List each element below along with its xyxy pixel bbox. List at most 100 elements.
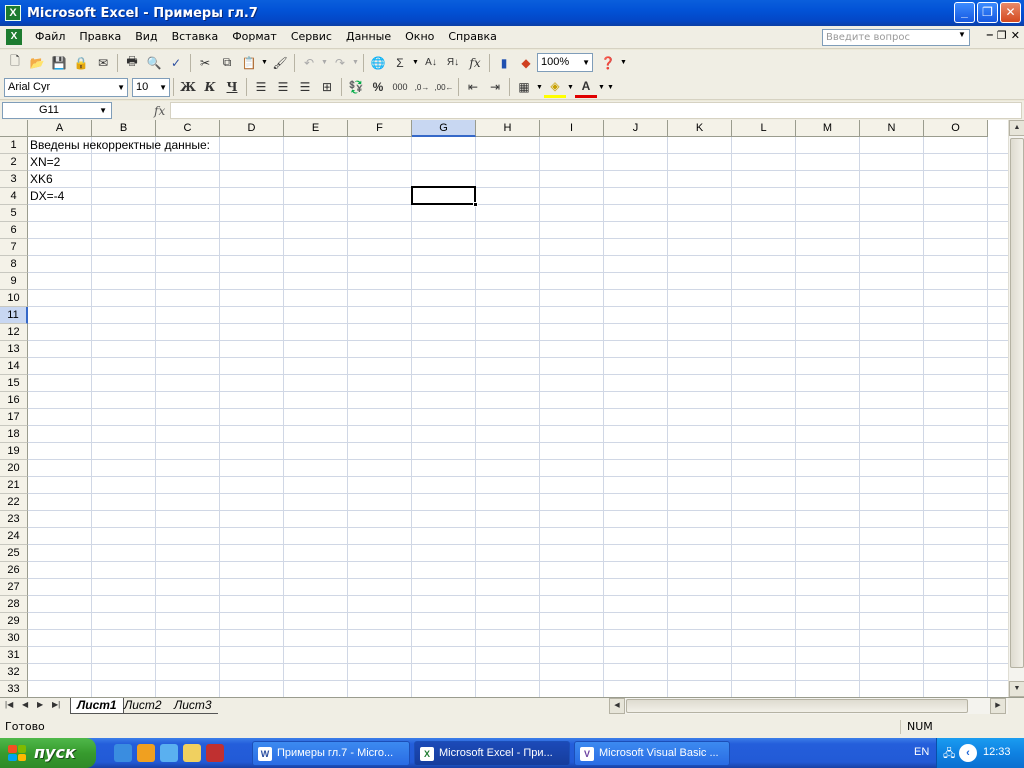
chart-wizard-icon[interactable]: ▮ — [493, 52, 515, 74]
column-header-a[interactable]: A — [28, 120, 92, 137]
column-header-g[interactable]: G — [412, 120, 476, 137]
task-excel[interactable]: X Microsoft Excel - При... — [414, 741, 570, 766]
underline-button[interactable]: Ч — [221, 76, 243, 98]
chevron-down-icon[interactable]: ▼ — [99, 103, 107, 118]
menu-insert[interactable]: Вставка — [165, 27, 226, 47]
row-header[interactable]: 22 — [0, 494, 28, 511]
column-header-i[interactable]: I — [540, 120, 604, 137]
chevron-left-icon[interactable]: ‹ — [959, 744, 977, 762]
scroll-down-icon[interactable]: ▼ — [1009, 681, 1024, 697]
menu-format[interactable]: Формат — [225, 27, 284, 47]
row-header[interactable]: 30 — [0, 630, 28, 647]
task-vba[interactable]: V Microsoft Visual Basic ... — [574, 741, 730, 766]
column-header-h[interactable]: H — [476, 120, 540, 137]
help-icon[interactable]: ❓ — [597, 52, 619, 74]
browser-icon[interactable] — [160, 744, 178, 762]
row-header[interactable]: 18 — [0, 426, 28, 443]
percent-icon[interactable]: % — [367, 76, 389, 98]
scroll-right-icon[interactable]: ▶ — [990, 698, 1006, 714]
doc-restore-button[interactable]: ❐ — [997, 29, 1007, 42]
name-box[interactable]: G11 ▼ — [2, 102, 112, 119]
row-header[interactable]: 33 — [0, 681, 28, 697]
menu-help[interactable]: Справка — [441, 27, 503, 47]
undo-icon[interactable]: ↶ — [298, 52, 320, 74]
chevron-down-icon[interactable]: ▼ — [260, 59, 269, 66]
column-header-m[interactable]: M — [796, 120, 860, 137]
next-sheet-icon[interactable]: ▶ — [37, 700, 43, 709]
decrease-indent-icon[interactable]: ⇤ — [462, 76, 484, 98]
row-header[interactable]: 2 — [0, 154, 28, 171]
chevron-down-icon[interactable]: ▼ — [411, 59, 420, 66]
redo-icon[interactable]: ↷ — [329, 52, 351, 74]
row-header[interactable]: 15 — [0, 375, 28, 392]
email-icon[interactable]: ✉ — [92, 52, 114, 74]
row-header[interactable]: 31 — [0, 647, 28, 664]
formula-input[interactable] — [170, 102, 1022, 119]
task-word[interactable]: W Примеры гл.7 - Micro... — [252, 741, 410, 766]
ask-question-input[interactable]: Введите вопрос — [822, 29, 970, 46]
toolbar-options-icon[interactable]: ▼ — [606, 84, 615, 91]
row-header[interactable]: 4 — [0, 188, 28, 205]
hyperlink-icon[interactable]: 🌐 — [367, 52, 389, 74]
row-header[interactable]: 24 — [0, 528, 28, 545]
column-header-j[interactable]: J — [604, 120, 668, 137]
active-cell-cursor[interactable] — [411, 186, 478, 207]
language-indicator[interactable]: EN — [914, 746, 929, 758]
chevron-down-icon[interactable]: ▼ — [582, 54, 590, 71]
row-header[interactable]: 26 — [0, 562, 28, 579]
fx-icon[interactable]: fx — [154, 104, 165, 118]
column-header-c[interactable]: C — [156, 120, 220, 137]
row-header[interactable]: 6 — [0, 222, 28, 239]
chevron-down-icon[interactable]: ▼ — [566, 84, 575, 91]
borders-icon[interactable]: ▦ — [513, 76, 535, 98]
bold-button[interactable]: Ж — [177, 76, 199, 98]
folder-icon[interactable] — [183, 744, 201, 762]
sort-descending-icon[interactable]: Я↓ — [442, 52, 464, 74]
row-header[interactable]: 21 — [0, 477, 28, 494]
increase-decimal-icon[interactable]: ,0→ — [411, 76, 433, 98]
currency-icon[interactable]: 💱 — [345, 76, 367, 98]
cut-icon[interactable]: ✂ — [194, 52, 216, 74]
column-header-n[interactable]: N — [860, 120, 924, 137]
chevron-down-icon[interactable]: ▼ — [619, 59, 628, 66]
menu-view[interactable]: Вид — [128, 27, 164, 47]
align-right-icon[interactable]: ☰ — [294, 76, 316, 98]
sheet-tab-1[interactable]: Лист1 — [70, 698, 124, 714]
column-header-b[interactable]: B — [92, 120, 156, 137]
column-header-f[interactable]: F — [348, 120, 412, 137]
maximize-button[interactable]: ❐ — [977, 2, 998, 23]
format-painter-icon[interactable]: 🖌 — [269, 52, 291, 74]
chevron-down-icon[interactable]: ▼ — [351, 59, 360, 66]
row-header[interactable]: 27 — [0, 579, 28, 596]
chevron-down-icon[interactable]: ▼ — [117, 79, 125, 96]
merge-center-icon[interactable]: ⊞ — [316, 76, 338, 98]
chevron-down-icon[interactable]: ▼ — [159, 79, 167, 96]
new-icon[interactable]: 🗋 — [4, 52, 26, 74]
scroll-left-icon[interactable]: ◀ — [609, 698, 625, 714]
close-button[interactable]: ✕ — [1000, 2, 1021, 23]
scroll-up-icon[interactable]: ▲ — [1009, 120, 1024, 136]
row-header[interactable]: 9 — [0, 273, 28, 290]
decrease-decimal-icon[interactable]: ,00← — [433, 76, 455, 98]
menu-edit[interactable]: Правка — [72, 27, 128, 47]
cell-a3[interactable]: XK6 — [30, 171, 53, 188]
row-header[interactable]: 13 — [0, 341, 28, 358]
insert-function-icon[interactable]: fx — [464, 52, 486, 74]
chevron-down-icon[interactable]: ▼ — [535, 84, 544, 91]
save-icon[interactable]: 💾 — [48, 52, 70, 74]
select-all-corner[interactable] — [0, 120, 28, 137]
chevron-down-icon[interactable]: ▼ — [320, 59, 329, 66]
drawing-icon[interactable]: ◆ — [515, 52, 537, 74]
print-icon[interactable]: 🖶 — [121, 52, 143, 74]
row-header[interactable]: 23 — [0, 511, 28, 528]
zoom-select[interactable]: 100% ▼ — [537, 53, 593, 72]
workbook-icon[interactable]: X — [6, 29, 22, 45]
row-header[interactable]: 12 — [0, 324, 28, 341]
row-header[interactable]: 32 — [0, 664, 28, 681]
cell-a1[interactable]: Введены некорректные данные: — [30, 137, 210, 154]
fill-handle[interactable] — [473, 202, 478, 207]
column-header-d[interactable]: D — [220, 120, 284, 137]
minimize-button[interactable]: _ — [954, 2, 975, 23]
print-preview-icon[interactable]: 🔍 — [143, 52, 165, 74]
menu-file[interactable]: Файл — [28, 27, 72, 47]
